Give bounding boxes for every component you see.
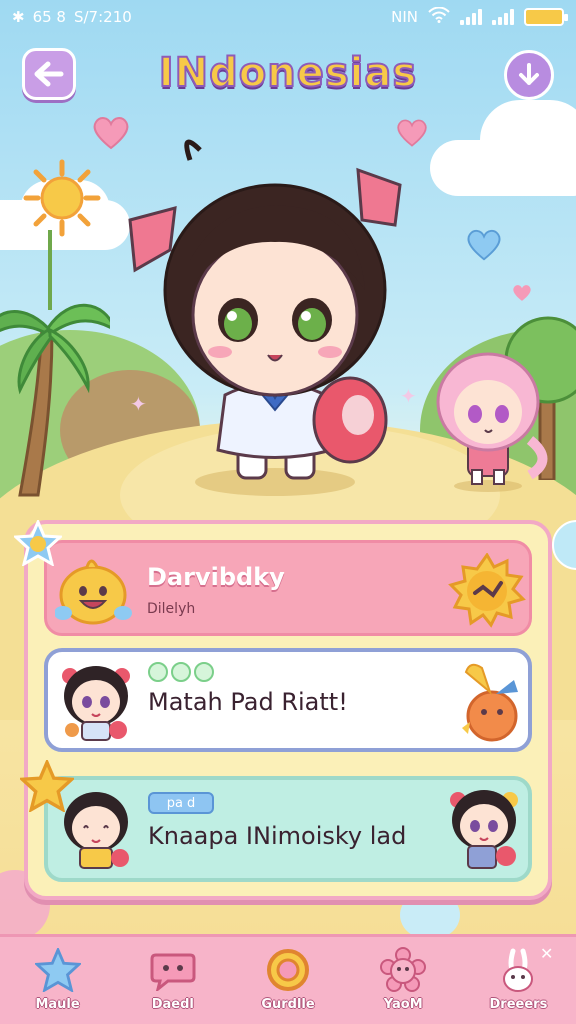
heart-icon — [467, 229, 501, 261]
main-character-sprite[interactable] — [110, 130, 440, 500]
heart-icon — [513, 285, 531, 301]
arrow-left-icon — [34, 61, 64, 87]
bottom-nav: Maule Daedl Gurdlle YaoM Dreeers — [0, 934, 576, 1024]
progress-dot — [194, 662, 214, 682]
nav-label: YaoM — [383, 997, 423, 1012]
battery-icon — [524, 8, 568, 26]
nav-label: Daedl — [151, 997, 194, 1012]
progress-dot — [171, 662, 191, 682]
card-mission[interactable]: Matah Pad Riatt! — [44, 648, 532, 752]
wifi-icon — [428, 6, 450, 27]
coin-icon — [264, 947, 312, 993]
back-button[interactable] — [22, 48, 76, 100]
nav-label: Dreeers — [489, 997, 548, 1012]
status-bar: ✱ 65 8 S/7:210 NIN — [0, 0, 576, 34]
game-title: INdonesias — [158, 49, 418, 97]
event-tag: pa d — [148, 792, 214, 814]
character-avatar — [62, 666, 130, 741]
orange-bird-icon — [462, 663, 518, 742]
smiley-sun-icon — [55, 559, 132, 625]
star-badge-icon — [14, 520, 62, 566]
nav-item-maule[interactable]: Maule — [0, 937, 115, 1024]
sun-icon — [23, 159, 101, 237]
sparkle-icon: ✦ — [130, 392, 147, 416]
progress-dot — [148, 662, 168, 682]
progress-dots — [148, 662, 214, 682]
card-event[interactable]: pa d Knaapa INimoisky lad — [44, 776, 532, 882]
quest-panel: Darvibdky Dilelyh Matah Pad Riatt! pa d … — [24, 520, 552, 900]
nav-item-dreeers[interactable]: Dreeers — [461, 937, 576, 1024]
sun-reward-icon — [448, 553, 526, 628]
nav-label: Gurdlle — [261, 997, 315, 1012]
download-button[interactable] — [504, 50, 554, 100]
star-icon — [34, 947, 82, 993]
flower-face-icon — [379, 947, 427, 993]
sparkle-icon: ✦ — [400, 384, 417, 408]
pink-companion-sprite[interactable] — [430, 330, 550, 495]
character-avatar — [450, 790, 518, 869]
nav-item-daedl[interactable]: Daedl — [115, 937, 230, 1024]
nav-item-gurdlle[interactable]: Gurdlle — [230, 937, 345, 1024]
carrier-text: NIN — [391, 8, 418, 26]
palm-tree-icon — [0, 303, 110, 497]
card-mission-title: Matah Pad Riatt! — [148, 688, 348, 716]
card-daily-subtitle: Dilelyh — [147, 601, 196, 617]
sparkle-icon: ✕ — [540, 944, 554, 963]
bunny-icon — [494, 947, 542, 993]
bluetooth-icon: ✱ — [12, 8, 25, 26]
signal-icon-secondary — [492, 9, 514, 25]
cloud — [480, 100, 576, 180]
status-time: S/7:210 — [73, 8, 132, 26]
status-left-text: 65 8 — [32, 8, 66, 26]
nav-label: Maule — [35, 997, 80, 1012]
nav-item-yaom[interactable]: YaoM — [346, 937, 461, 1024]
signal-icon — [460, 9, 482, 25]
card-event-title: Knaapa INimoisky lad — [148, 822, 407, 850]
arrow-down-icon — [519, 63, 539, 85]
chat-bubble-icon — [149, 947, 197, 993]
star-badge-icon — [20, 760, 74, 812]
card-daily-title: Darvibdky — [147, 563, 285, 591]
card-daily[interactable]: Darvibdky Dilelyh — [44, 540, 532, 636]
